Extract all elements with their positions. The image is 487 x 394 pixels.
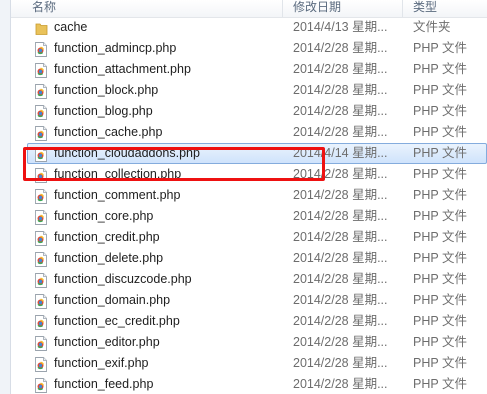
file-type: PHP 文件 xyxy=(413,272,467,286)
file-name: function_feed.php xyxy=(54,377,154,391)
php-file-icon xyxy=(35,63,47,78)
php-file-icon xyxy=(35,357,47,372)
file-list: cache 2014/4/13 星期... 文件夹 function_admincp… xyxy=(11,17,487,394)
php-file-icon xyxy=(35,42,47,57)
file-row[interactable]: cache 2014/4/13 星期... 文件夹 xyxy=(11,17,487,38)
file-name: function_cache.php xyxy=(54,125,163,139)
file-type: PHP 文件 xyxy=(413,62,467,76)
php-file-icon xyxy=(35,105,47,120)
php-file-icon xyxy=(35,231,47,246)
php-file-icon xyxy=(35,189,47,204)
file-modified-date: 2014/2/28 星期... xyxy=(293,230,388,244)
file-name: function_domain.php xyxy=(54,293,171,307)
column-header-name[interactable]: 名称 xyxy=(32,0,56,17)
file-name: function_discuzcode.php xyxy=(54,272,192,286)
file-type: PHP 文件 xyxy=(413,83,467,97)
file-name: function_exif.php xyxy=(54,356,149,370)
file-type: PHP 文件 xyxy=(413,335,467,349)
file-modified-date: 2014/2/28 星期... xyxy=(293,314,388,328)
file-modified-date: 2014/4/13 星期... xyxy=(293,20,388,34)
file-row[interactable]: function_credit.php 2014/2/28 星期... PHP 文件 xyxy=(11,227,487,248)
file-type: PHP 文件 xyxy=(413,251,467,265)
file-modified-date: 2014/2/28 星期... xyxy=(293,272,388,286)
column-divider[interactable] xyxy=(282,0,283,17)
file-modified-date: 2014/2/28 星期... xyxy=(293,209,388,223)
file-type: PHP 文件 xyxy=(413,209,467,223)
file-row[interactable]: function_ec_credit.php 2014/2/28 星期... PHP… xyxy=(11,311,487,332)
php-file-icon xyxy=(35,378,47,393)
file-type: PHP 文件 xyxy=(413,377,467,391)
column-header-bar: 名称 修改日期 类型 xyxy=(11,0,487,18)
php-file-icon xyxy=(35,252,47,267)
file-row[interactable]: function_discuzcode.php 2014/2/28 星期... PH… xyxy=(11,269,487,290)
file-type: PHP 文件 xyxy=(413,41,467,55)
file-type: PHP 文件 xyxy=(413,188,467,202)
file-modified-date: 2014/2/28 星期... xyxy=(293,83,388,97)
column-header-type[interactable]: 类型 xyxy=(413,0,437,17)
file-row[interactable]: function_core.php 2014/2/28 星期... PHP 文件 xyxy=(11,206,487,227)
php-file-icon xyxy=(35,336,47,351)
file-type: PHP 文件 xyxy=(413,314,467,328)
file-row[interactable]: function_editor.php 2014/2/28 星期... PHP 文件 xyxy=(11,332,487,353)
file-type: PHP 文件 xyxy=(413,356,467,370)
file-modified-date: 2014/2/28 星期... xyxy=(293,41,388,55)
php-file-icon xyxy=(35,126,47,141)
file-name: function_block.php xyxy=(54,83,159,97)
file-name: function_credit.php xyxy=(54,230,160,244)
file-modified-date: 2014/2/28 星期... xyxy=(293,251,388,265)
file-modified-date: 2014/2/28 星期... xyxy=(293,356,388,370)
file-modified-date: 2014/2/28 星期... xyxy=(293,377,388,391)
file-type: PHP 文件 xyxy=(413,293,467,307)
file-row[interactable]: function_cache.php 2014/2/28 星期... PHP 文件 xyxy=(11,122,487,143)
file-type: 文件夹 xyxy=(413,20,451,34)
file-row[interactable]: function_domain.php 2014/2/28 星期... PHP 文件 xyxy=(11,290,487,311)
php-file-icon xyxy=(35,210,47,225)
file-modified-date: 2014/2/28 星期... xyxy=(293,335,388,349)
php-file-icon xyxy=(35,273,47,288)
php-file-icon xyxy=(35,315,47,330)
file-row[interactable]: function_attachment.php 2014/2/28 星期... PH… xyxy=(11,59,487,80)
file-row[interactable]: function_comment.php 2014/2/28 星期... PHP 文… xyxy=(11,185,487,206)
file-name: function_delete.php xyxy=(54,251,164,265)
file-modified-date: 2014/2/28 星期... xyxy=(293,62,388,76)
column-header-date[interactable]: 修改日期 xyxy=(293,0,341,17)
file-type: PHP 文件 xyxy=(413,146,467,160)
file-modified-date: 2014/2/28 星期... xyxy=(293,125,388,139)
column-divider[interactable] xyxy=(402,0,403,17)
file-row[interactable]: function_admincp.php 2014/2/28 星期... PHP 文… xyxy=(11,38,487,59)
file-modified-date: 2014/2/28 星期... xyxy=(293,188,388,202)
file-row[interactable]: function_exif.php 2014/2/28 星期... PHP 文件 xyxy=(11,353,487,374)
file-name: function_editor.php xyxy=(54,335,160,349)
file-type: PHP 文件 xyxy=(413,125,467,139)
file-type: PHP 文件 xyxy=(413,230,467,244)
file-name: function_attachment.php xyxy=(54,62,191,76)
file-type: PHP 文件 xyxy=(413,167,467,181)
file-name: function_core.php xyxy=(54,209,154,223)
php-file-icon xyxy=(35,84,47,99)
file-type: PHP 文件 xyxy=(413,104,467,118)
file-modified-date: 2014/2/28 星期... xyxy=(293,293,388,307)
file-name: function_comment.php xyxy=(54,188,181,202)
file-row[interactable]: function_blog.php 2014/2/28 星期... PHP 文件 xyxy=(11,101,487,122)
file-row[interactable]: function_block.php 2014/2/28 星期... PHP 文件 xyxy=(11,80,487,101)
file-name: function_ec_credit.php xyxy=(54,314,180,328)
folder-icon xyxy=(35,21,48,36)
file-row[interactable]: function_feed.php 2014/2/28 星期... PHP 文件 xyxy=(11,374,487,394)
file-name: function_admincp.php xyxy=(54,41,177,55)
annotation-highlight-box xyxy=(23,147,325,181)
file-name: function_blog.php xyxy=(54,104,153,118)
navigation-pane-edge[interactable] xyxy=(0,0,11,394)
php-file-icon xyxy=(35,294,47,309)
file-name: cache xyxy=(54,20,88,34)
file-row[interactable]: function_delete.php 2014/2/28 星期... PHP 文件 xyxy=(11,248,487,269)
file-modified-date: 2014/2/28 星期... xyxy=(293,104,388,118)
